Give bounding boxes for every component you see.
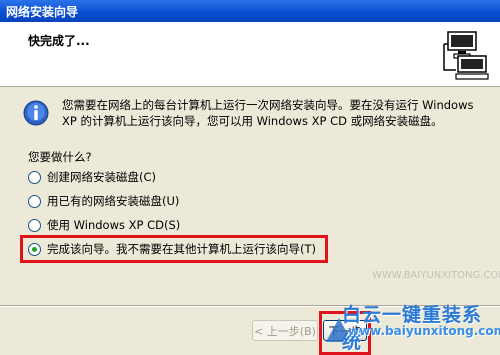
info-icon <box>23 100 49 126</box>
radio-create-disk[interactable] <box>28 170 41 184</box>
info-message: 您需要在网络上的每台计算机上运行一次网络安装向导。要在没有运行 Windows … <box>62 98 474 128</box>
back-button[interactable]: < 上一步(B) <box>252 320 318 341</box>
selection-highlight-box <box>20 235 328 263</box>
option-existing-disk[interactable]: 用已有的网络安装磁盘(U) <box>28 192 179 210</box>
page-heading: 快完成了... <box>28 34 90 48</box>
title-bar: 网络安装向导 <box>0 0 500 22</box>
wizard-header: 快完成了... <box>0 22 500 87</box>
radio-existing-disk[interactable] <box>28 194 41 208</box>
option-existing-disk-label: 用已有的网络安装磁盘(U) <box>47 194 180 208</box>
option-use-cd-label: 使用 Windows XP CD(S) <box>47 218 181 232</box>
question-label: 您要做什么? <box>28 150 92 164</box>
watermark-url: www.baiyunxitong.com <box>348 324 500 338</box>
option-create-disk[interactable]: 创建网络安装磁盘(C) <box>28 168 156 186</box>
radio-use-cd[interactable] <box>28 218 41 232</box>
window-title: 网络安装向导 <box>6 5 79 19</box>
watermark-faint-text: WWW.BAIYUNXITONG.COM <box>372 270 500 281</box>
option-use-cd[interactable]: 使用 Windows XP CD(S) <box>28 216 180 234</box>
wizard-window: 网络安装向导 快完成了... 您需要在网络上的每台计算机上运行一次网络安装向导。… <box>0 0 500 355</box>
option-create-disk-label: 创建网络安装磁盘(C) <box>47 170 157 184</box>
network-computers-icon <box>440 26 492 82</box>
